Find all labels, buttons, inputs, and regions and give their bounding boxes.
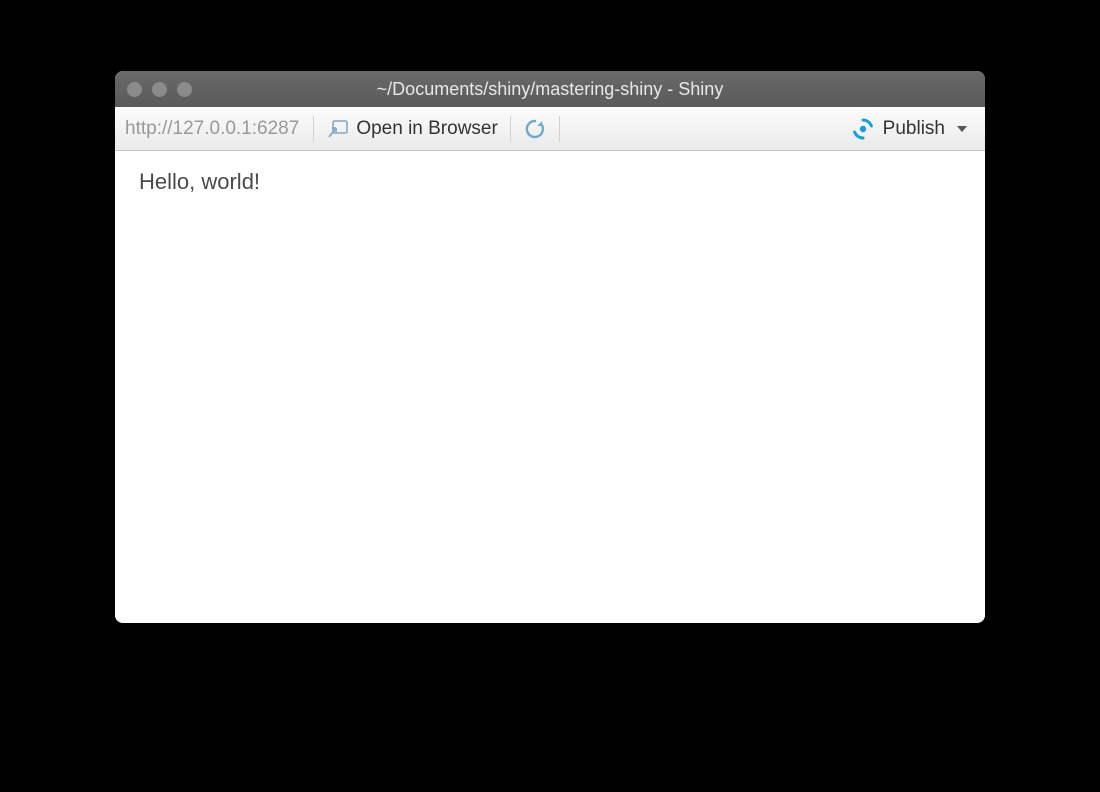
toolbar: http://127.0.0.1:6287 Open in Browser <box>115 107 985 151</box>
window-title: ~/Documents/shiny/mastering-shiny - Shin… <box>115 79 985 100</box>
close-icon[interactable] <box>127 82 142 97</box>
divider <box>313 116 314 142</box>
content-area: Hello, world! <box>115 151 985 623</box>
refresh-icon <box>523 117 547 141</box>
app-window: ~/Documents/shiny/mastering-shiny - Shin… <box>115 71 985 623</box>
publish-button[interactable]: Publish <box>843 113 975 145</box>
open-in-browser-button[interactable]: Open in Browser <box>320 114 504 144</box>
open-in-browser-icon <box>326 119 350 139</box>
publish-label: Publish <box>883 118 945 140</box>
publish-icon <box>851 117 875 141</box>
titlebar[interactable]: ~/Documents/shiny/mastering-shiny - Shin… <box>115 71 985 107</box>
minimize-icon[interactable] <box>152 82 167 97</box>
divider <box>510 116 511 142</box>
zoom-icon[interactable] <box>177 82 192 97</box>
divider <box>559 116 560 142</box>
chevron-down-icon <box>957 126 967 132</box>
body-text: Hello, world! <box>139 169 961 195</box>
open-in-browser-label: Open in Browser <box>356 118 498 140</box>
url-display[interactable]: http://127.0.0.1:6287 <box>125 118 307 140</box>
traffic-lights <box>127 82 192 97</box>
refresh-button[interactable] <box>517 113 553 145</box>
